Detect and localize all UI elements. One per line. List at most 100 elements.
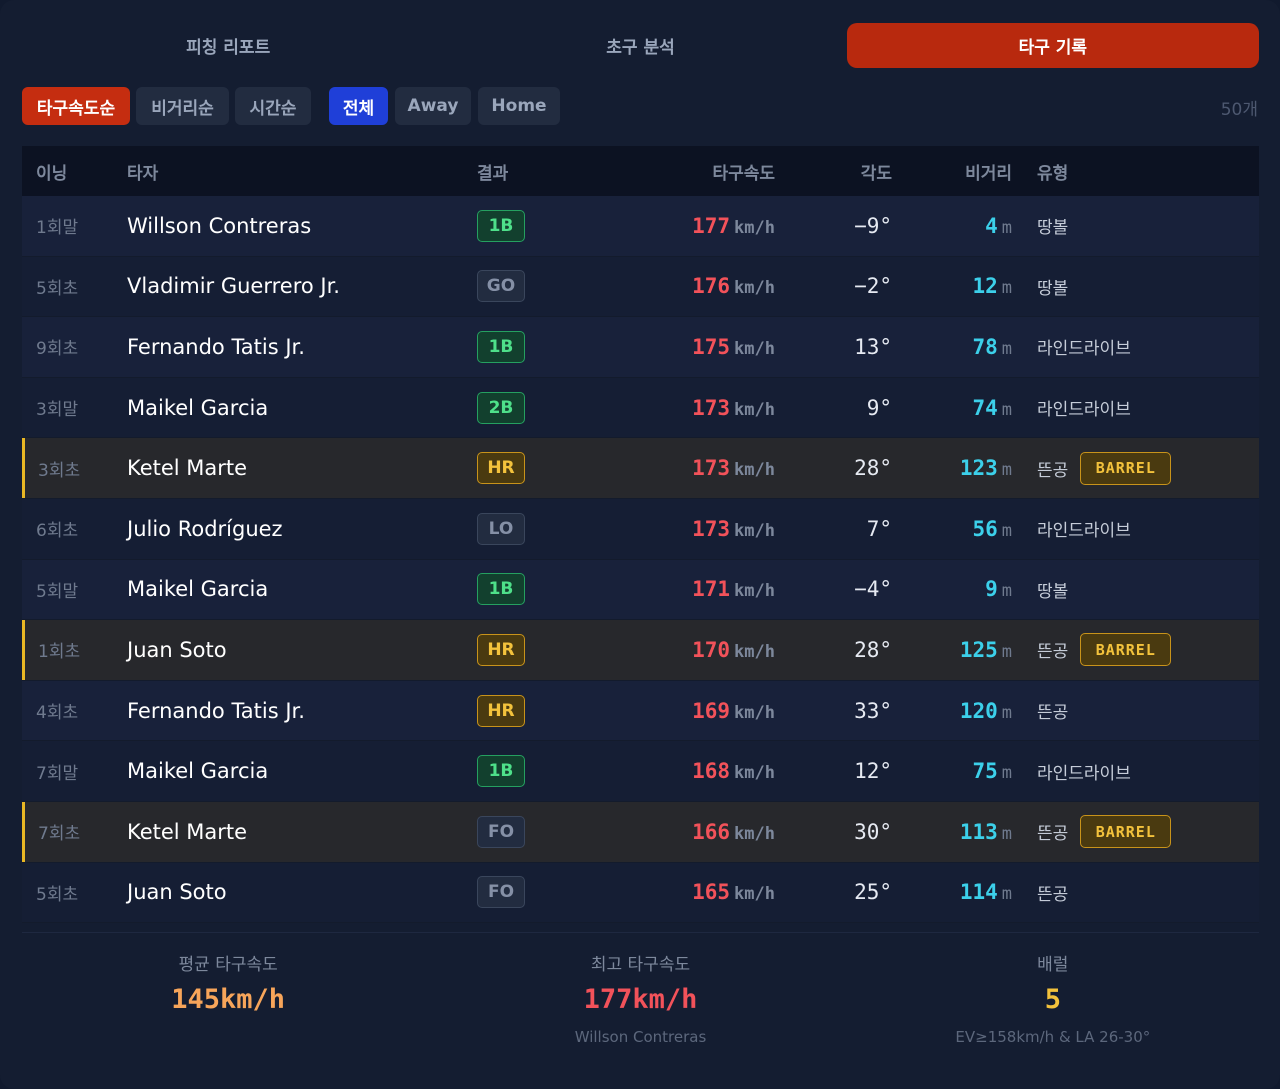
result-cell: 1B xyxy=(477,330,627,363)
tab-first-pitch[interactable]: 초구 분석 xyxy=(434,23,846,68)
table-row[interactable]: 7회초 Ketel Marte FO 166 km/h 30° 113 m 뜬공 BARREL xyxy=(22,801,1259,863)
exit-velocity-cell: 173 km/h xyxy=(627,517,775,541)
summary-stats: 평균 타구속도 145km/h 최고 타구속도 177km/h Willson … xyxy=(22,950,1259,1052)
table-row[interactable]: 6회초 Julio Rodríguez LO 173 km/h 7° 56 m 라인드라이브 xyxy=(22,498,1259,560)
distance-cell: 56 m xyxy=(892,517,1012,541)
filter-bar: 타구속도순 비거리순 시간순 전체 Away Home 50개 xyxy=(22,87,1258,125)
table-row[interactable]: 5회말 Maikel Garcia 1B 171 km/h −4° 9 m 땅볼 xyxy=(22,559,1259,621)
type-cell: 뜬공 BARREL xyxy=(1012,451,1259,485)
result-cell: FO xyxy=(477,815,627,848)
exit-velocity-value: 175 xyxy=(692,334,731,359)
filter-all-button[interactable]: 전체 xyxy=(329,87,388,125)
launch-angle-value: 33° xyxy=(854,698,892,723)
distance-cell: 4m xyxy=(892,214,1012,238)
distance-unit: m xyxy=(1001,520,1012,541)
type-cell: 땅볼 xyxy=(1012,213,1259,238)
distance-unit: m xyxy=(1001,884,1012,905)
distance-unit: m xyxy=(1001,581,1012,602)
distance-unit: m xyxy=(1001,823,1012,844)
table-row[interactable]: 7회말 Maikel Garcia 1B 168 km/h 12° 75 m 라인드라이브 xyxy=(22,741,1259,802)
batter-name: Fernando Tatis Jr. xyxy=(127,698,305,723)
table-row[interactable]: 3회초 Ketel Marte HR 173 km/h 28° 123 m 뜬공 BARREL xyxy=(22,438,1259,499)
exit-velocity-cell: 176 km/h xyxy=(627,274,775,298)
exit-velocity-unit: km/h xyxy=(734,399,775,420)
launch-angle-cell: 28° xyxy=(775,638,892,662)
stat-label: 최고 타구속도 xyxy=(590,955,691,975)
type-cell: 뜬공 xyxy=(1012,880,1259,905)
table-body: 1회말 Willson Contreras 1B 177 km/h −9° 4 m 땅볼 5회초 V… xyxy=(22,196,1259,924)
exit-velocity-value: 165 xyxy=(692,880,731,905)
result-badge: HR xyxy=(477,694,525,727)
sort-distance-button[interactable]: 비거리순 xyxy=(136,87,229,125)
exit-velocity-value: 166 xyxy=(692,819,731,844)
exit-velocity-value: 176 xyxy=(692,274,731,299)
batter-name: Juan Soto xyxy=(127,880,227,905)
launch-angle-value: 30° xyxy=(854,819,892,844)
stat-sub: EV≥158km/h & LA 26-30° xyxy=(955,1028,1151,1046)
header-exit-velocity: 타구속도 xyxy=(712,163,775,184)
batter-name: Maikel Garcia xyxy=(127,577,269,602)
distance-value: 125 xyxy=(959,637,998,662)
result-badge: 2B xyxy=(477,391,525,424)
table-header: 이닝 타자 결과 타구속도 각도 비거리 유형 xyxy=(22,146,1259,196)
launch-angle-value: 13° xyxy=(854,334,892,359)
stat-value: 177km/h xyxy=(583,984,698,1015)
header-launch-angle: 각도 xyxy=(860,163,892,184)
table-row[interactable]: 9회초 Fernando Tatis Jr. 1B 175 km/h 13° 78 m 라인드라… xyxy=(22,317,1259,378)
exit-velocity-cell: 177 km/h xyxy=(627,214,775,238)
batter-name: Julio Rodríguez xyxy=(127,516,283,541)
exit-velocity-unit: km/h xyxy=(734,460,775,481)
distance-value: 78 xyxy=(972,334,998,359)
exit-velocity-unit: km/h xyxy=(734,823,775,844)
batted-ball-type: 라인드라이브 xyxy=(1037,521,1131,542)
table-row[interactable]: 1회초 Juan Soto HR 170 km/h 28° 125 m 뜬공 BARREL xyxy=(22,620,1259,681)
result-badge: 1B xyxy=(477,755,525,788)
exit-velocity-value: 170 xyxy=(692,637,731,662)
launch-angle-cell: 9° xyxy=(775,396,892,420)
type-cell: 뜬공 BARREL xyxy=(1012,815,1259,849)
table-row[interactable]: 1회말 Willson Contreras 1B 177 km/h −9° 4 m 땅볼 xyxy=(22,196,1259,257)
filter-away-button[interactable]: Away xyxy=(395,87,471,125)
launch-angle-cell: 30° xyxy=(775,820,892,844)
batter-name: Juan Soto xyxy=(127,637,227,662)
exit-velocity-unit: km/h xyxy=(734,338,775,359)
table-row[interactable]: 5회초 Juan Soto FO 165 km/h 25° 114 m 뜬공 xyxy=(22,862,1259,924)
table-row[interactable]: 4회초 Fernando Tatis Jr. HR 169 km/h 33° 120 m 뜬공 xyxy=(22,680,1259,742)
distance-cell: 75 m xyxy=(892,759,1012,783)
stat-label: 평균 타구속도 xyxy=(178,955,278,975)
exit-velocity-value: 169 xyxy=(692,698,731,723)
exit-velocity-unit: km/h xyxy=(734,763,775,784)
exit-velocity-unit: km/h xyxy=(734,702,775,723)
barrel-badge: BARREL xyxy=(1080,633,1172,667)
distance-cell: 125 m xyxy=(892,638,1012,662)
tab-pitching-report[interactable]: 피칭 리포트 xyxy=(22,23,434,68)
sort-ev-button[interactable]: 타구속도순 xyxy=(22,87,130,125)
inning-cell: 6회초 xyxy=(36,521,79,542)
header-distance: 비거리 xyxy=(965,163,1012,184)
result-badge: 1B xyxy=(477,330,525,363)
batter-name: Maikel Garcia xyxy=(127,395,269,420)
distance-unit: m xyxy=(1001,338,1012,359)
inning-cell: 7회말 xyxy=(36,763,79,784)
distance-cell: 74 m xyxy=(892,396,1012,420)
tab-batted-ball[interactable]: 타구 기록 xyxy=(846,23,1259,68)
batted-ball-type: 라인드라이브 xyxy=(1037,339,1131,360)
sort-time-button[interactable]: 시간순 xyxy=(235,87,311,125)
table-row[interactable]: 3회말 Maikel Garcia 2B 173 km/h 9° 74 m 라인드라이브 xyxy=(22,377,1259,439)
batted-ball-type: 땅볼 xyxy=(1037,278,1069,299)
inning-cell: 5회초 xyxy=(36,884,79,905)
launch-angle-value: −4° xyxy=(854,577,892,602)
stat-value: 145km/h xyxy=(171,984,286,1015)
result-badge: 1B xyxy=(477,573,525,606)
filter-home-button[interactable]: Home xyxy=(478,87,560,125)
distance-value: 74 xyxy=(972,395,998,420)
stat-barrel: 배럴 5 EV≥158km/h & LA 26-30° xyxy=(847,950,1259,1052)
result-cell: HR xyxy=(477,452,627,485)
barrel-badge: BARREL xyxy=(1080,451,1172,485)
exit-velocity-cell: 173 km/h xyxy=(627,396,775,420)
table-row[interactable]: 5회초 Vladimir Guerrero Jr. GO 176 km/h −2° 12 m 땅… xyxy=(22,256,1259,318)
exit-velocity-value: 173 xyxy=(692,516,731,541)
result-badge: 1B xyxy=(477,209,525,242)
distance-unit: m xyxy=(1001,460,1012,481)
result-cell: 1B xyxy=(477,209,627,242)
